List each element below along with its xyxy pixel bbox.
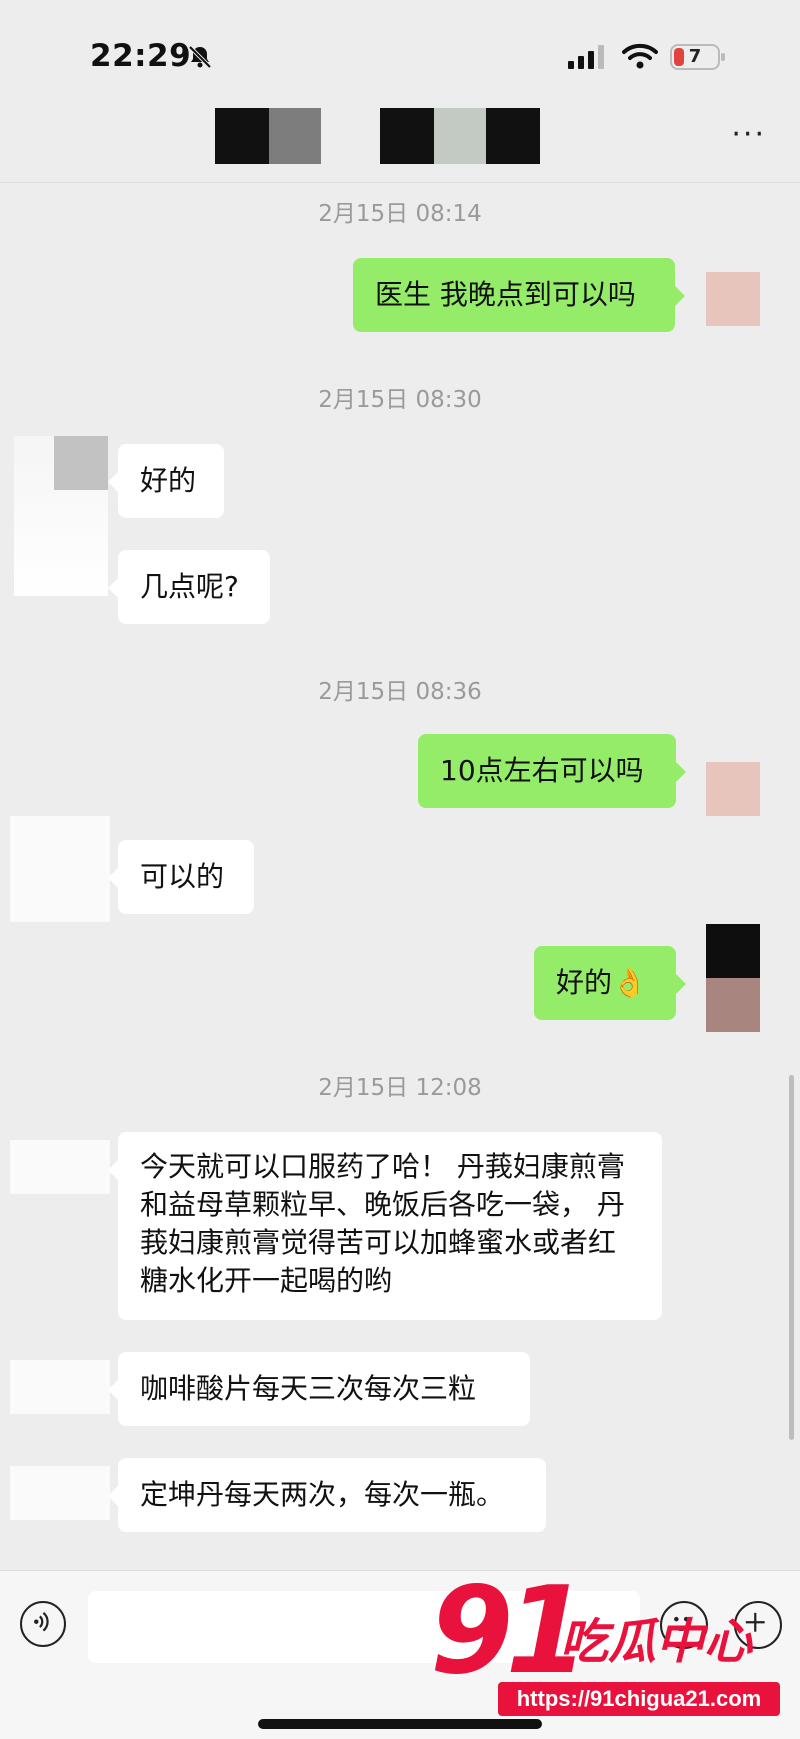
bell-muted-icon	[188, 45, 212, 69]
message-text: 医生 我晚点到可以吗	[375, 278, 636, 311]
my-avatar[interactable]	[706, 924, 760, 1032]
watermark-url: https://91chigua21.com	[498, 1682, 780, 1716]
chat-title-censored	[215, 108, 545, 164]
message-text: 今天就可以口服药了哈！ 丹莪妇康煎膏和益母草颗粒早、晚饭后各吃一袋， 丹莪妇康煎…	[140, 1150, 625, 1297]
battery-level: 7	[688, 46, 702, 67]
chat-scrollbar[interactable]	[789, 1075, 794, 1440]
message-bubble-incoming[interactable]: 可以的	[108, 840, 254, 914]
status-time: 22:29	[90, 38, 192, 74]
voice-input-button[interactable]	[20, 1601, 66, 1647]
message-bubble-incoming[interactable]: 好的	[108, 444, 224, 518]
message-bubble-outgoing[interactable]: 10点左右可以吗	[418, 734, 686, 808]
message-bubble-incoming[interactable]: 定坤丹每天两次，每次一瓶。	[108, 1458, 546, 1532]
message-bubble-incoming[interactable]: 几点呢?	[108, 550, 270, 624]
message-bubble-outgoing[interactable]: 医生 我晚点到可以吗	[353, 258, 685, 332]
my-avatar[interactable]	[706, 762, 760, 816]
contact-avatar[interactable]	[10, 1360, 110, 1414]
contact-avatar[interactable]	[14, 436, 108, 596]
message-text: 可以的	[140, 860, 225, 893]
watermark-brand: 吃瓜中心	[560, 1614, 753, 1670]
message-text: 10点左右可以吗	[440, 754, 644, 787]
voice-wave-icon	[34, 1611, 49, 1632]
my-avatar[interactable]	[706, 272, 760, 326]
message-timestamp: 2月15日 08:14	[318, 201, 482, 227]
message-text: 定坤丹每天两次，每次一瓶。	[140, 1478, 505, 1511]
message-text: 咖啡酸片每天三次每次三粒	[140, 1372, 477, 1405]
cellular-signal-icon	[568, 45, 604, 69]
message-bubble-outgoing[interactable]: 好的👌	[534, 946, 686, 1020]
message-timestamp: 2月15日 08:36	[318, 679, 482, 705]
message-timestamp: 2月15日 12:08	[318, 1075, 482, 1101]
battery-icon: 7	[670, 44, 726, 70]
more-options-button[interactable]: ···	[731, 120, 766, 150]
message-text: 几点呢?	[140, 570, 239, 603]
message-text: 好的👌	[556, 966, 647, 999]
contact-avatar[interactable]	[10, 1466, 110, 1520]
message-bubble-incoming[interactable]: 今天就可以口服药了哈！ 丹莪妇康煎膏和益母草颗粒早、晚饭后各吃一袋， 丹莪妇康煎…	[108, 1132, 662, 1320]
wifi-icon	[622, 43, 658, 69]
status-bar: 22:29 7	[0, 0, 800, 110]
watermark-logo: 91 吃瓜中心 https://91chigua21.com	[430, 1562, 790, 1730]
message-bubble-incoming[interactable]: 咖啡酸片每天三次每次三粒	[108, 1352, 530, 1426]
watermark-number: 91	[430, 1562, 589, 1701]
contact-avatar[interactable]	[10, 816, 110, 922]
chat-header: ···	[0, 100, 800, 183]
message-text: 好的	[140, 464, 197, 497]
contact-avatar[interactable]	[10, 1140, 110, 1194]
message-timestamp: 2月15日 08:30	[318, 387, 482, 413]
